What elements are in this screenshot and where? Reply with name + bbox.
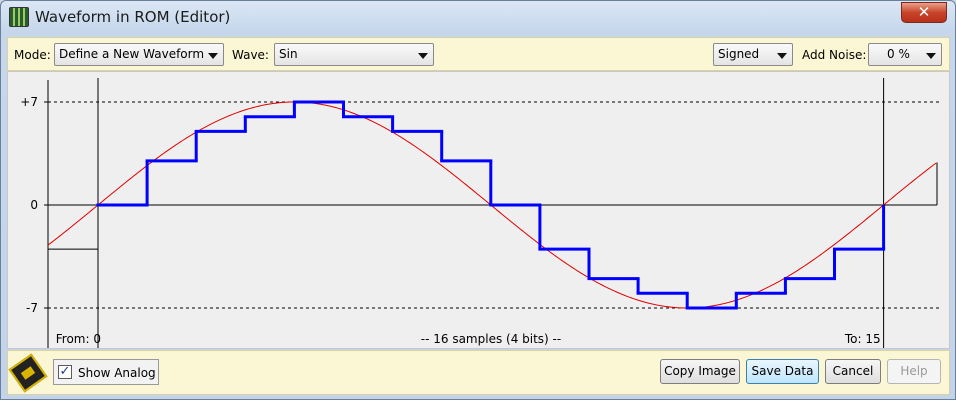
noise-dropdown[interactable]: 0 % (868, 43, 942, 66)
noise-value: 0 % (887, 47, 910, 61)
window-title: Waveform in ROM (Editor) (35, 8, 231, 26)
chevron-down-icon (418, 53, 428, 59)
rom-chip-app-icon (9, 7, 29, 27)
mode-label: Mode: (14, 48, 51, 62)
title-bar[interactable]: Waveform in ROM (Editor) ✕ (1, 1, 955, 35)
wave-value: Sin (279, 47, 298, 61)
waveform-toolbar: Mode: Define a New Waveform Wave: Sin Si… (7, 37, 950, 71)
to-label: To: 15 (844, 332, 881, 346)
chevron-down-icon (926, 53, 936, 59)
copy-image-button[interactable]: Copy Image (660, 359, 740, 384)
save-data-button[interactable]: Save Data (746, 359, 819, 384)
sign-value: Signed (718, 47, 760, 61)
samples-caption: -- 16 samples (4 bits) -- (421, 332, 561, 346)
chip-logo-icon (8, 353, 48, 393)
from-label: From: 0 (56, 332, 101, 346)
wave-dropdown[interactable]: Sin (274, 43, 434, 66)
show-analog-toggle[interactable]: ✓ Show Analog (53, 359, 159, 385)
show-analog-checkbox[interactable]: ✓ (58, 365, 72, 379)
y-tick-label: +7 (20, 95, 38, 109)
y-tick-label: -7 (26, 301, 38, 315)
mode-dropdown[interactable]: Define a New Waveform (54, 43, 224, 66)
close-button[interactable]: ✕ (901, 2, 947, 23)
show-analog-label: Show Analog (78, 366, 156, 380)
waveform-editor-window: Waveform in ROM (Editor) ✕ Mode: Define … (0, 0, 956, 400)
wave-label: Wave: (232, 48, 269, 62)
mode-value: Define a New Waveform (59, 47, 205, 61)
chevron-down-icon (777, 53, 787, 59)
cancel-button[interactable]: Cancel (825, 359, 881, 384)
bottom-bar: ✓ Show Analog Copy Image Save Data Cance… (7, 350, 950, 395)
y-tick-label: 0 (30, 198, 38, 212)
waveform-chart[interactable]: +7 0 -7 From: 0 -- 16 samples (4 bits) -- To:… (8, 72, 949, 348)
waveform-plot[interactable]: +7 0 -7 From: 0 -- 16 samples (4 bits) -- To:… (7, 71, 950, 349)
noise-label: Add Noise: (802, 48, 867, 62)
chevron-down-icon (208, 53, 218, 59)
help-button[interactable]: Help (887, 359, 941, 384)
sign-dropdown[interactable]: Signed (713, 43, 793, 66)
